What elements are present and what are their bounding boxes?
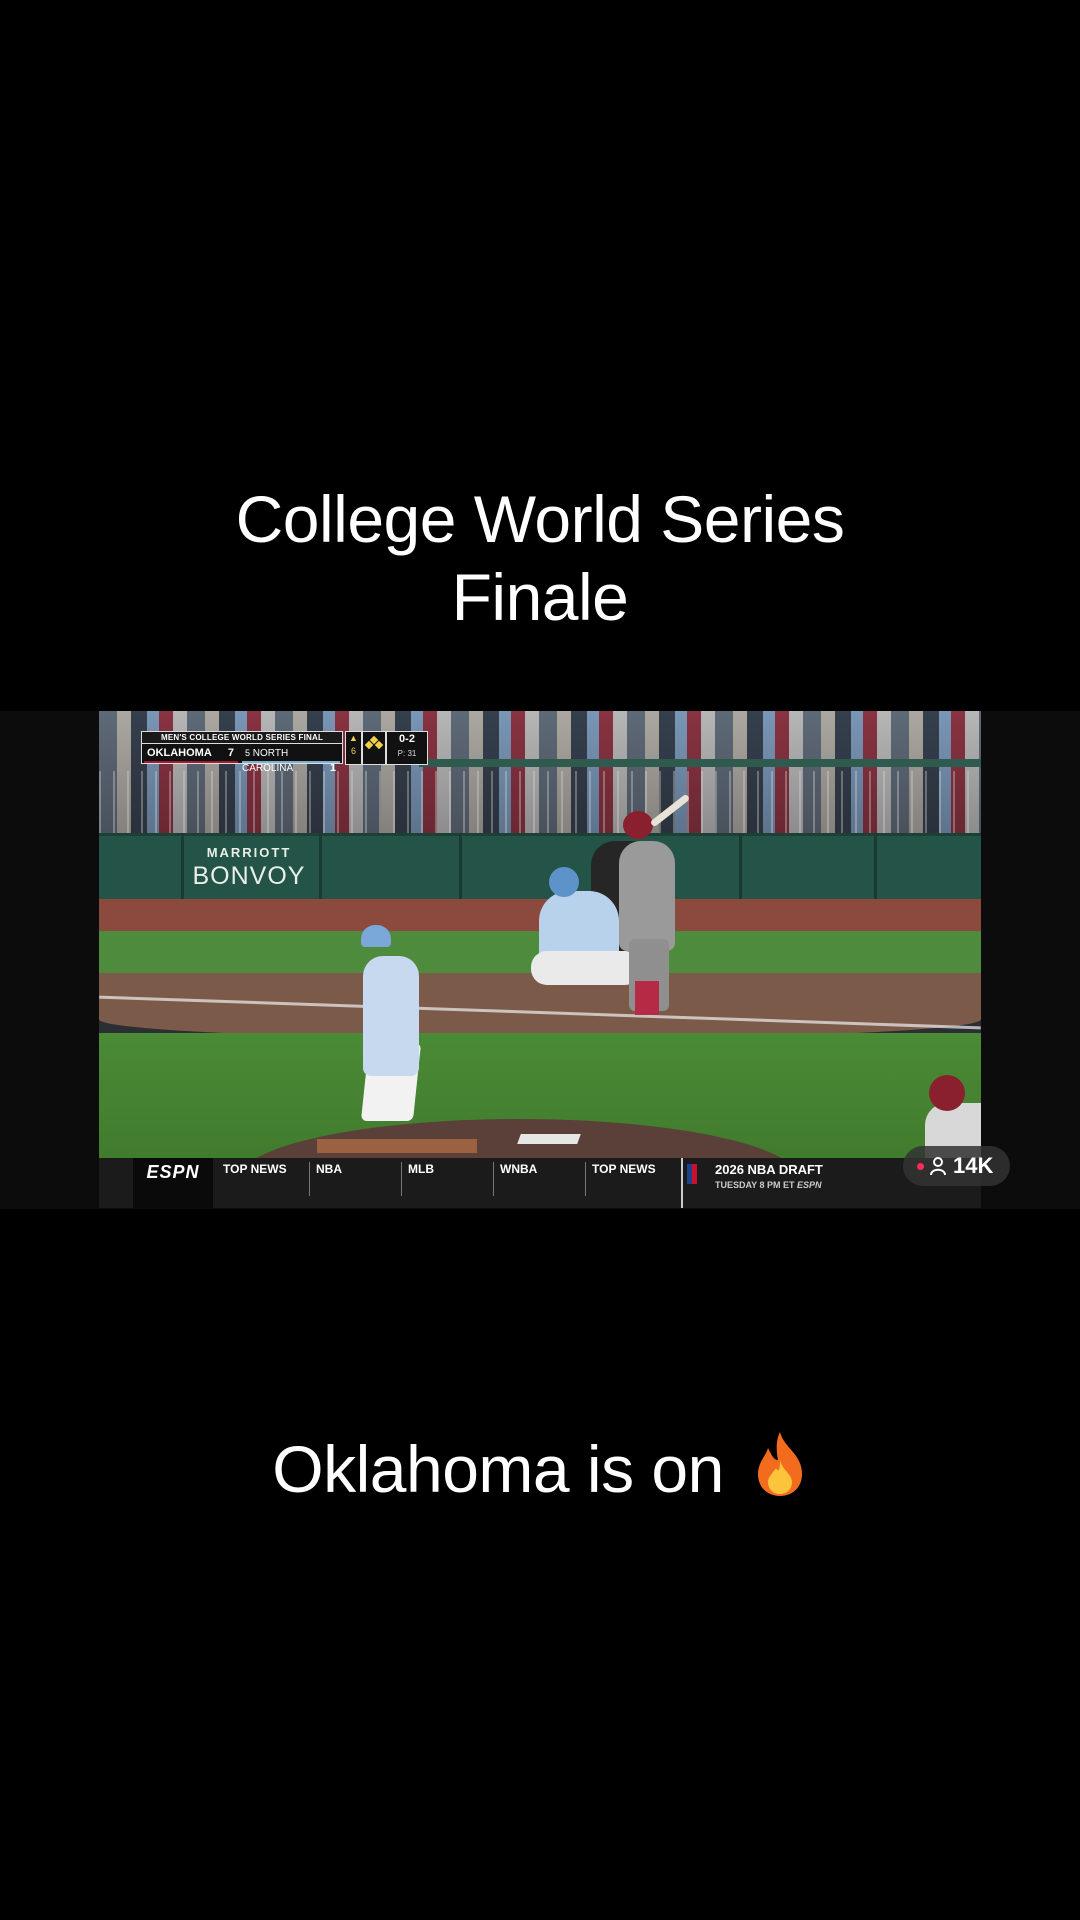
espn-logo: ESPN (133, 1158, 213, 1208)
mound-logo (317, 1139, 477, 1153)
catcher-legs (531, 951, 641, 985)
ticker-item: WNBA (493, 1162, 537, 1196)
pitch-count: P: 31 (397, 749, 417, 758)
viewer-count: 14K (953, 1153, 994, 1178)
first-base-icon (374, 740, 384, 750)
away-team-name: OKLAHOMA (147, 747, 212, 759)
promo-title: 2026 NBA DRAFT (715, 1162, 823, 1177)
inning-number: 6 (350, 746, 356, 756)
away-team: OKLAHOMA 7 (144, 746, 238, 763)
backstop-netting (99, 771, 981, 841)
pitcher-cap (361, 925, 391, 947)
inning-indicator: ▲ 6 (345, 731, 362, 765)
espn-ticker: ESPN TOP NEWS NBA MLB WNBA TOP NEWS 2026… (99, 1158, 981, 1208)
person-icon (930, 1157, 946, 1176)
batter (619, 841, 675, 951)
ball-strike-count: 0-2 (399, 733, 415, 745)
live-dot-icon (917, 1163, 924, 1170)
title-line-2: Finale (451, 560, 629, 634)
wall-seam (459, 833, 462, 899)
ticker-item: TOP NEWS (585, 1162, 656, 1196)
ad-board: MARRIOTT BONVOY (181, 839, 317, 895)
bases-diamond-icon (362, 731, 386, 765)
title-line-1: College World Series (235, 482, 845, 556)
home-team-name: NORTH CAROLINA (242, 748, 294, 774)
scorebug: MEN'S COLLEGE WORLD SERIES FINAL OKLAHOM… (141, 731, 428, 774)
batter-helmet (623, 811, 653, 839)
backstop-rail (419, 759, 981, 767)
catcher-mask (549, 867, 579, 897)
promo-network: ESPN (797, 1180, 822, 1190)
batter-sock (635, 981, 659, 1015)
wall-seam (874, 833, 877, 899)
away-team-score: 7 (227, 747, 234, 759)
pitching-rubber (517, 1134, 581, 1144)
pitcher (363, 956, 419, 1076)
video-caption: Oklahoma is on (0, 1430, 1080, 1507)
ticker-item: MLB (401, 1162, 434, 1196)
wall-seam (739, 833, 742, 899)
scorebug-teams: OKLAHOMA 7 5 NORTH CAROLINA 1 (141, 743, 343, 774)
ad-line-1: MARRIOTT (206, 845, 292, 860)
promo-time: TUESDAY 8 PM ET (715, 1180, 795, 1190)
fire-emoji-icon (757, 1432, 802, 1496)
promo-subtitle: TUESDAY 8 PM ET ESPN (715, 1180, 822, 1190)
ticker-item: TOP NEWS (223, 1162, 287, 1176)
home-team: 5 NORTH CAROLINA 1 (242, 746, 340, 774)
caption-text: Oklahoma is on (272, 1432, 724, 1506)
baserunner-helmet (929, 1075, 965, 1111)
ticker-item: NBA (309, 1162, 342, 1196)
wall-seam (319, 833, 322, 899)
ad-line-2: BONVOY (192, 862, 306, 890)
video-title: College World Series Finale (0, 480, 1080, 636)
video-player[interactable]: MARRIOTT BONVOY MEN'S COLLEGE WORLD SERI… (99, 711, 981, 1208)
pitch-count-box: 0-2 P: 31 (386, 731, 428, 765)
inning-arrow-icon: ▲ (349, 733, 358, 743)
nba-logo-icon (687, 1164, 697, 1184)
home-team-rank: 5 (245, 748, 251, 758)
home-team-score: 1 (329, 762, 336, 774)
live-viewer-count[interactable]: 14K (903, 1146, 1010, 1186)
